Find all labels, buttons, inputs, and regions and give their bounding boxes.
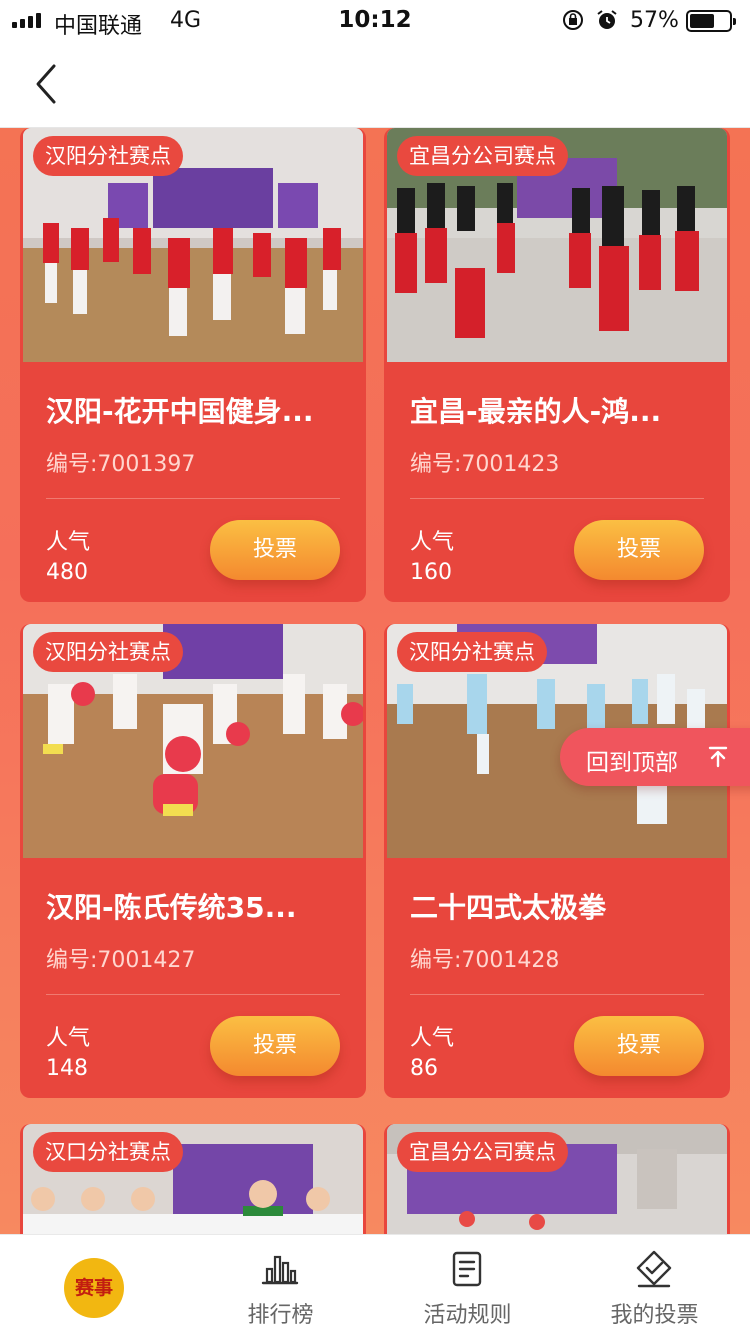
venue-badge: 汉阳分社赛点 [33, 632, 183, 672]
arrow-up-icon [708, 746, 728, 768]
divider [46, 498, 340, 499]
popularity-count: 160 [410, 560, 452, 585]
vote-button[interactable]: 投票 [210, 520, 340, 580]
entry-number: 编号:7001428 [410, 948, 560, 973]
popularity-count: 86 [410, 1056, 438, 1081]
tab-ranking[interactable]: 排行榜 [187, 1235, 374, 1334]
venue-badge: 宜昌分公司赛点 [397, 136, 568, 176]
nav-bar [0, 40, 750, 128]
vote-button[interactable]: 投票 [574, 1016, 704, 1076]
tab-label: 活动规则 [423, 1303, 512, 1328]
entry-title: 宜昌-最亲的人-鸿... [410, 395, 662, 428]
popularity-label: 人气 [410, 1026, 455, 1051]
tab-label: 排行榜 [247, 1303, 314, 1328]
vote-check-icon [636, 1250, 672, 1288]
bar-chart-icon [261, 1255, 299, 1285]
entry-number: 编号:7001427 [46, 948, 196, 973]
entry-thumbnail[interactable]: 汉口分社赛点 [23, 1124, 363, 1234]
entry-card[interactable]: 汉阳分社赛点 二十四式太极拳 编号:7001428 人气 86 投票 [384, 624, 730, 1098]
divider [410, 994, 704, 995]
back-arrow-icon[interactable] [26, 58, 70, 110]
events-badge-icon: 赛事 [64, 1258, 124, 1318]
entry-card[interactable]: 宜昌分公司赛点 [384, 1124, 730, 1234]
tab-rules[interactable]: 活动规则 [374, 1235, 561, 1334]
entry-thumbnail[interactable]: 宜昌分公司赛点 [387, 1124, 727, 1234]
entry-thumbnail[interactable]: 汉阳分社赛点 [23, 624, 363, 858]
back-to-top-button[interactable]: 回到顶部 [560, 728, 750, 786]
entry-number: 编号:7001397 [46, 452, 196, 477]
battery-icon [686, 10, 736, 32]
entry-card[interactable]: 汉口分社赛点 [20, 1124, 366, 1234]
vote-button[interactable]: 投票 [574, 520, 704, 580]
bottom-tab-bar: 赛事 排行榜 活动规则 我的投票 [0, 1234, 750, 1334]
tab-events[interactable]: 赛事 [0, 1235, 187, 1334]
venue-badge: 汉口分社赛点 [33, 1132, 183, 1172]
back-to-top-label: 回到顶部 [586, 750, 678, 776]
divider [46, 994, 340, 995]
venue-badge: 汉阳分社赛点 [397, 632, 547, 672]
entry-thumbnail[interactable]: 宜昌分公司赛点 [387, 128, 727, 362]
popularity-label: 人气 [46, 530, 91, 555]
entry-title: 二十四式太极拳 [410, 891, 607, 924]
venue-badge: 汉阳分社赛点 [33, 136, 183, 176]
entry-card[interactable]: 汉阳分社赛点 汉阳-陈氏传统35... 编号:7001427 人气 148 投票 [20, 624, 366, 1098]
vote-button[interactable]: 投票 [210, 1016, 340, 1076]
entry-thumbnail[interactable]: 汉阳分社赛点 [23, 128, 363, 362]
venue-badge: 宜昌分公司赛点 [397, 1132, 568, 1172]
entry-number: 编号:7001423 [410, 452, 560, 477]
document-icon [452, 1251, 482, 1287]
tab-my-votes[interactable]: 我的投票 [561, 1235, 748, 1334]
divider [410, 498, 704, 499]
popularity-label: 人气 [46, 1026, 91, 1051]
popularity-count: 148 [46, 1056, 88, 1081]
popularity-label: 人气 [410, 530, 455, 555]
tab-label: 我的投票 [610, 1303, 699, 1328]
entry-card[interactable]: 汉阳分社赛点 汉阳-花开中国健身... 编号:7001397 人气 480 投票 [20, 128, 366, 602]
popularity-count: 480 [46, 560, 88, 585]
status-bar: 中国联通 4G 10:12 57% [0, 0, 750, 40]
entry-title: 汉阳-陈氏传统35... [46, 891, 297, 924]
rotation-lock-icon [563, 10, 583, 30]
battery-percent: 57% [630, 8, 679, 33]
entry-card[interactable]: 宜昌分公司赛点 宜昌-最亲的人-鸿... 编号:7001423 人气 160 投… [384, 128, 730, 602]
entry-title: 汉阳-花开中国健身... [46, 395, 314, 428]
entry-grid[interactable]: 汉阳分社赛点 汉阳-花开中国健身... 编号:7001397 人气 480 投票 [0, 128, 750, 1234]
alarm-icon [597, 10, 617, 29]
